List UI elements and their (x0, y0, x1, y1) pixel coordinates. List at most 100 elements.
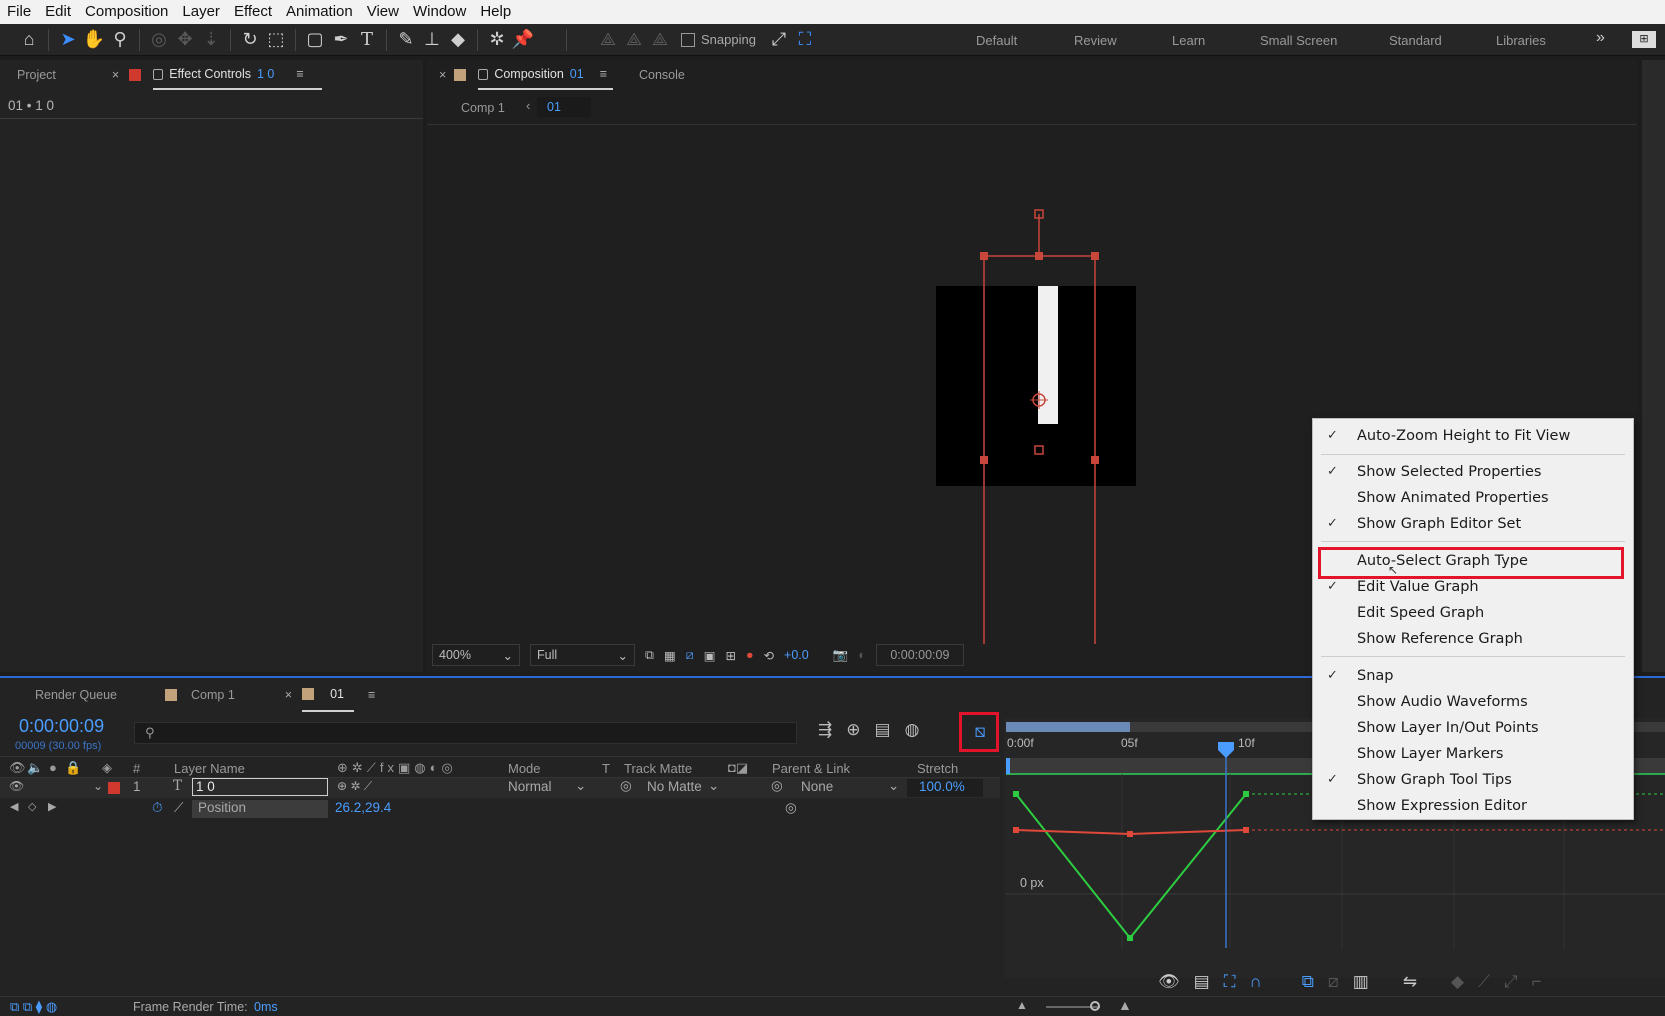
rectangle-tool-icon[interactable]: ▢ (302, 27, 328, 53)
roto-brush-tool-icon[interactable]: ✲ (484, 27, 510, 53)
orbit-camera-icon[interactable]: ◎ (146, 27, 172, 53)
menu-item-show-selected[interactable]: ✓ Show Selected Properties (1313, 459, 1633, 485)
menu-item-graph-tool-tips[interactable]: ✓ Show Graph Tool Tips (1313, 767, 1633, 793)
keyframe[interactable] (1013, 827, 1019, 833)
workspace-libraries[interactable]: Libraries (1496, 33, 1546, 48)
breadcrumb-current[interactable]: 01 (537, 97, 591, 117)
eye-icon[interactable]: 👁 (9, 779, 24, 793)
keyframe[interactable] (1127, 935, 1133, 941)
tab-render-queue[interactable]: Render Queue (35, 688, 117, 702)
menu-item-auto-zoom[interactable]: ✓ Auto-Zoom Height to Fit View (1313, 423, 1633, 449)
property-pickwhip-icon[interactable]: ◎ (785, 800, 797, 816)
menu-item-show-animated[interactable]: Show Animated Properties (1313, 485, 1633, 511)
menu-animation[interactable]: Animation (279, 0, 360, 24)
frame-blending-icon[interactable]: ▤ (875, 720, 891, 740)
status-icons[interactable]: ⧉ ⧉ ⧫ ◍ (10, 999, 57, 1015)
menu-item-expression-editor[interactable]: Show Expression Editor (1313, 793, 1633, 819)
auto-bezier-icon[interactable]: ⤢ (1504, 972, 1518, 992)
pen-tool-icon[interactable]: ✒ (328, 27, 354, 53)
close-icon[interactable]: × (439, 68, 446, 82)
hold-keyframe-icon[interactable]: ◆ (1451, 972, 1464, 992)
layer-switch-icons[interactable]: ⊕ ✲ ⟋ (337, 779, 372, 794)
keyframe[interactable] (1243, 827, 1249, 833)
zoom-tool-icon[interactable]: ⚲ (107, 27, 133, 53)
fast-previews-icon[interactable]: ⧉ (645, 648, 654, 663)
tab-comp1[interactable]: Comp 1 (191, 688, 235, 702)
layer-label-color[interactable] (108, 782, 120, 794)
transform-box-icon[interactable]: ⛶ (1224, 972, 1236, 992)
easy-ease-icon[interactable]: ⌐ (1532, 972, 1542, 992)
keyframe[interactable] (1243, 791, 1249, 797)
track-matte-dropdown[interactable]: No Matte (647, 779, 702, 794)
bbox-handle[interactable] (1091, 252, 1099, 260)
menu-item-layer-in-out[interactable]: Show Layer In/Out Points (1313, 715, 1633, 741)
dolly-camera-icon[interactable]: ⇣ (198, 27, 224, 53)
eraser-tool-icon[interactable]: ◆ (445, 27, 471, 53)
tab-effect-controls[interactable]: Effect Controls 1 0 ≡ (153, 60, 322, 90)
home-icon[interactable]: ⌂ (16, 27, 42, 53)
workspace-standard[interactable]: Standard (1389, 33, 1442, 48)
panel-menu-icon[interactable]: ≡ (600, 67, 607, 81)
motion-blur-icon[interactable]: ◍ (905, 720, 920, 740)
snapping-checkbox[interactable] (681, 32, 695, 47)
menu-window[interactable]: Window (406, 0, 473, 24)
transparency-grid-icon[interactable]: ▦ (664, 648, 676, 663)
tab-console[interactable]: Console (639, 68, 685, 82)
snap-icon[interactable]: ∩ (1250, 972, 1262, 992)
bbox-handle[interactable] (1035, 252, 1043, 260)
zoom-dropdown[interactable]: 400% ⌄ (432, 644, 520, 666)
bbox-handle[interactable] (980, 456, 988, 464)
graph-include-icon[interactable]: ⟋ (174, 800, 183, 816)
property-value[interactable]: 26.2,29.4 (335, 800, 391, 815)
region-of-interest-icon[interactable]: ▣ (704, 648, 716, 663)
pan-camera-icon[interactable]: ✥ (172, 27, 198, 53)
resolution-dropdown[interactable]: Full ⌄ (530, 644, 635, 666)
prev-keyframe-icon[interactable]: ◀ (10, 800, 18, 813)
menu-help[interactable]: Help (473, 0, 518, 24)
next-keyframe-icon[interactable]: ▶ (48, 800, 56, 813)
world-axis-icon[interactable]: ⟁ (621, 27, 647, 53)
local-axis-icon[interactable]: ⟁ (595, 27, 621, 53)
snapshot-icon[interactable]: 📷 (833, 648, 849, 663)
breadcrumb-comp1[interactable]: Comp 1 (461, 101, 505, 115)
track-matte-pickwhip-icon[interactable]: ◎ (620, 778, 632, 794)
keyframe[interactable] (1127, 831, 1133, 837)
menu-item-layer-markers[interactable]: Show Layer Markers (1313, 741, 1633, 767)
selection-tool-icon[interactable]: ➤ (55, 27, 81, 53)
y-position-curve[interactable] (1015, 793, 1247, 940)
bbox-handle[interactable] (980, 252, 988, 260)
panel-menu-icon[interactable]: ≡ (368, 688, 375, 702)
add-keyframe-icon[interactable]: ◇ (28, 800, 36, 813)
stretch-value[interactable]: 100.0% (907, 779, 983, 797)
exposure-value[interactable]: +0.0 (784, 648, 809, 662)
viewer-timecode[interactable]: 0:00:00:09 (875, 644, 964, 666)
layer-in-point[interactable] (1006, 758, 1010, 774)
column-layer-name[interactable]: Layer Name (174, 761, 245, 776)
menu-composition[interactable]: Composition (78, 0, 175, 24)
linear-keyframe-icon[interactable]: ⟋ (1478, 972, 1490, 992)
menu-layer[interactable]: Layer (175, 0, 227, 24)
edit-keyframe-icon[interactable]: ⇋ (1403, 972, 1417, 992)
stopwatch-icon[interactable]: ⏱ (152, 800, 163, 816)
channels-icon[interactable]: ● (746, 648, 754, 662)
comp-flowchart-icon[interactable]: ⇶ (818, 720, 832, 740)
lock-icon[interactable] (478, 68, 489, 80)
chevron-left-icon[interactable]: ‹ (526, 98, 530, 113)
tab-project[interactable]: Project (17, 68, 56, 82)
snapping-toggle[interactable]: Snapping (681, 32, 756, 47)
graph-type-icon[interactable]: ▤ (1194, 972, 1210, 992)
parent-pickwhip-icon[interactable]: ◎ (771, 778, 783, 794)
keyframe[interactable] (1013, 791, 1019, 797)
more-workspaces-icon[interactable]: » (1596, 29, 1605, 47)
menu-edit[interactable]: Edit (38, 0, 78, 24)
mask-visibility-icon[interactable]: ⧄ (686, 648, 694, 663)
workspace-small-screen[interactable]: Small Screen (1260, 33, 1337, 48)
view-axis-icon[interactable]: ⟁ (647, 27, 673, 53)
layer-name-field[interactable]: 1 0 (192, 778, 328, 796)
type-tool-icon[interactable]: T (354, 27, 380, 53)
menu-item-reference-graph[interactable]: Show Reference Graph (1313, 626, 1633, 652)
menu-effect[interactable]: Effect (227, 0, 279, 24)
puppet-pin-tool-icon[interactable]: 📌 (510, 27, 536, 53)
show-snapshot-icon[interactable]: ◐ (858, 648, 866, 662)
bbox-handle[interactable] (1091, 456, 1099, 464)
